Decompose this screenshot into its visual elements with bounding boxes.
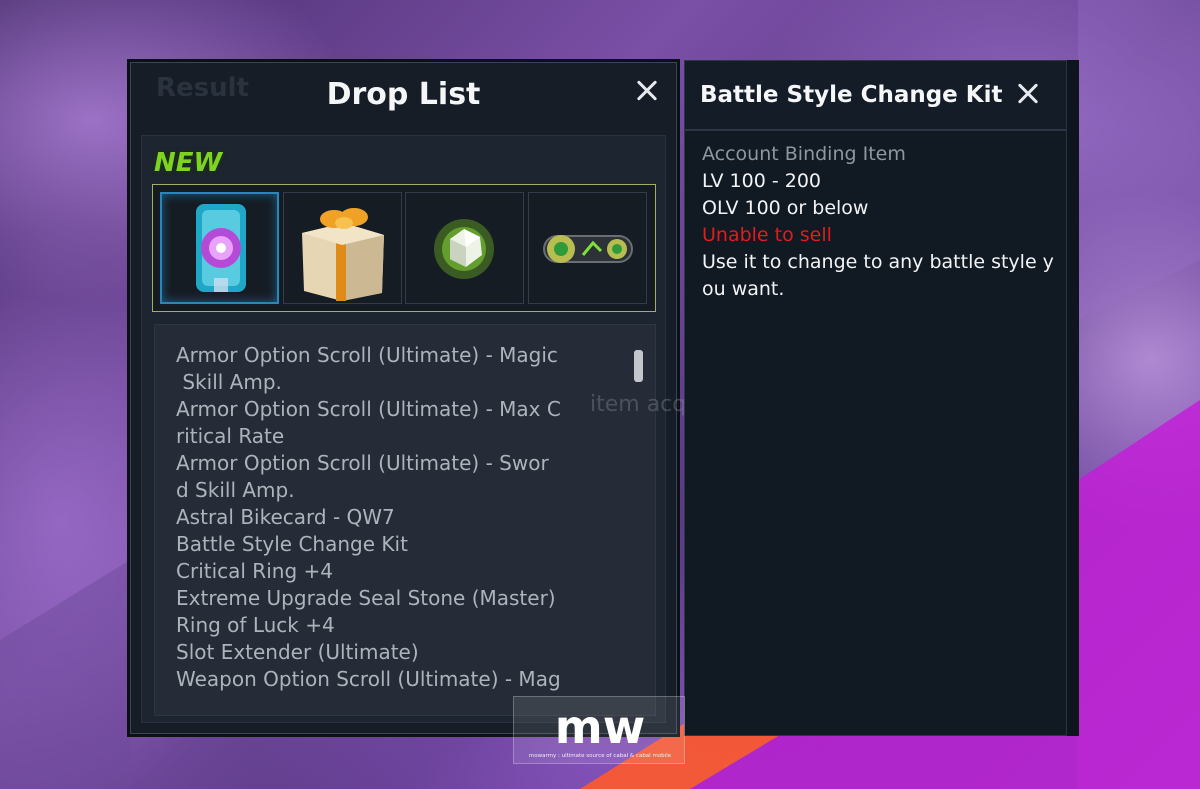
list-scrollbar-thumb[interactable] <box>634 350 643 382</box>
olv-requirement: OLV 100 or below <box>702 197 869 219</box>
mw-tagline: mowarmy : ultimate source of cabal & cab… <box>529 753 672 759</box>
sell-status: Unable to sell <box>702 224 832 246</box>
item-slot-bikecard[interactable] <box>528 192 647 304</box>
item-slot-battle-style-kit[interactable] <box>160 192 279 304</box>
drop-list-item[interactable]: Critical Ring +4 <box>155 558 616 585</box>
mw-logo-icon: mw mowarmy : ultimate source of cabal & … <box>529 700 672 759</box>
drop-list-body: NEW Armor Option Scroll (Ultimate) - Mag… <box>141 135 666 723</box>
drop-list-item[interactable]: Weapon Option Scroll (Ultimate) - Mag <box>155 666 616 693</box>
drop-list-item[interactable]: d Skill Amp. <box>155 477 616 504</box>
drop-list-item[interactable]: Armor Option Scroll (Ultimate) - Max C <box>155 396 616 423</box>
item-detail-info: Account Binding Item LV 100 - 200 OLV 10… <box>702 141 1062 303</box>
description-line-2: ou want. <box>702 278 785 300</box>
item-detail-title: Battle Style Change Kit <box>700 82 1003 108</box>
battle-style-kit-icon <box>196 204 246 292</box>
drop-list-item[interactable]: Slot Extender (Ultimate) <box>155 639 616 666</box>
drop-list-item[interactable]: Skill Amp. <box>155 369 616 396</box>
level-requirement: LV 100 - 200 <box>702 170 822 192</box>
detail-panel-edge <box>1066 60 1079 736</box>
mw-watermark-logo: mw mowarmy : ultimate source of cabal & … <box>513 696 685 764</box>
drop-item-list-content: Armor Option Scroll (Ultimate) - Magic S… <box>155 342 616 693</box>
item-detail-panel: Battle Style Change Kit Account Binding … <box>684 60 1078 736</box>
item-detail-close-icon[interactable] <box>1012 78 1044 110</box>
description-line-1: Use it to change to any battle style y <box>702 251 1054 273</box>
green-gem-icon <box>434 219 494 279</box>
binding-text: Account Binding Item <box>702 143 906 165</box>
drop-item-list[interactable]: Armor Option Scroll (Ultimate) - Magic S… <box>154 324 656 716</box>
bikecard-icon <box>543 235 633 263</box>
drop-list-item[interactable]: Ring of Luck +4 <box>155 612 616 639</box>
mw-logo-text: mw <box>555 700 645 754</box>
item-slot-gift-box[interactable] <box>283 192 402 304</box>
item-slot-green-gem[interactable] <box>405 192 524 304</box>
gift-box-icon <box>302 208 384 301</box>
drop-list-item[interactable]: Armor Option Scroll (Ultimate) - Swor <box>155 450 616 477</box>
drop-list-title: Drop List <box>326 77 481 112</box>
item-detail-header: Battle Style Change Kit <box>685 61 1077 131</box>
new-badge: NEW <box>154 148 223 178</box>
drop-list-item[interactable]: Armor Option Scroll (Ultimate) - Magic <box>155 342 616 369</box>
drop-list-item[interactable]: Astral Bikecard - QW7 <box>155 504 616 531</box>
drop-list-item[interactable]: Battle Style Change Kit <box>155 531 616 558</box>
new-items-row <box>152 184 656 312</box>
drop-list-item[interactable]: Extreme Upgrade Seal Stone (Master) <box>155 585 616 612</box>
drop-list-close-icon[interactable] <box>631 75 663 107</box>
drop-list-item[interactable]: ritical Rate <box>155 423 616 450</box>
